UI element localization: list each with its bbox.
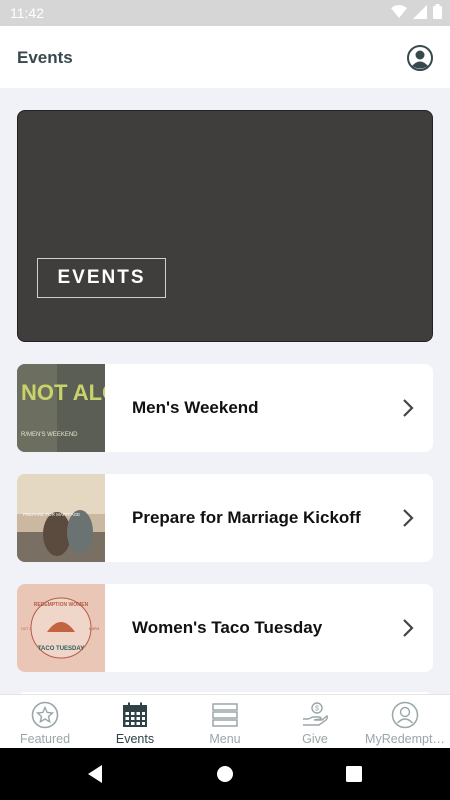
event-title: Women's Taco Tuesday bbox=[132, 618, 323, 637]
calendar-icon bbox=[123, 702, 147, 727]
home-icon[interactable] bbox=[216, 764, 234, 784]
svg-text:$: $ bbox=[315, 706, 319, 713]
tab-events[interactable]: Events bbox=[90, 695, 180, 748]
chevron-right-icon bbox=[403, 509, 414, 527]
event-thumb-subtext: R/MEN'S WEEKEND bbox=[21, 432, 78, 438]
tab-featured[interactable]: Featured bbox=[0, 695, 90, 748]
tab-label: Give bbox=[302, 732, 328, 746]
event-title: Prepare for Marriage Kickoff bbox=[132, 508, 361, 527]
event-card-mens-weekend[interactable]: NOT ALONE R/MEN'S WEEKEND Men's Weekend bbox=[17, 364, 433, 452]
event-thumb-text: NOT ALONE bbox=[21, 380, 105, 405]
signal-icon bbox=[413, 4, 427, 19]
chevron-right-icon bbox=[403, 619, 414, 637]
wifi-icon bbox=[391, 4, 407, 18]
event-thumb-time: 6-8PM bbox=[89, 627, 99, 631]
event-card-taco-tuesday[interactable]: REDEMPTION WOMEN TACO TUESDAY OCT 4 6-8P… bbox=[17, 584, 433, 672]
profile-icon[interactable] bbox=[407, 45, 433, 71]
chevron-right-icon bbox=[403, 399, 414, 417]
tab-label: MyRedempt… bbox=[365, 732, 445, 746]
event-title: Men's Weekend bbox=[132, 398, 259, 417]
tab-label: Events bbox=[115, 732, 155, 746]
event-thumb-text: PREPARE FOR MARRIAGE bbox=[23, 512, 80, 517]
tab-menu[interactable]: Menu bbox=[180, 695, 270, 748]
event-thumbnail: REDEMPTION WOMEN TACO TUESDAY OCT 4 6-8P… bbox=[17, 584, 105, 672]
event-card-prepare-marriage[interactable]: PREPARE FOR MARRIAGE Prepare for Marriag… bbox=[17, 474, 433, 562]
give-hand-icon: $ bbox=[303, 702, 329, 726]
tab-label: Menu bbox=[209, 732, 241, 746]
page-title: Events bbox=[17, 48, 73, 67]
tab-myredemption[interactable]: MyRedempt… bbox=[360, 695, 450, 748]
user-icon bbox=[391, 701, 419, 729]
system-nav-bar bbox=[0, 748, 450, 800]
event-thumb-date: OCT 4 bbox=[21, 627, 31, 631]
recents-icon[interactable] bbox=[345, 764, 363, 784]
status-time: 11:42 bbox=[10, 5, 44, 21]
status-bar: 11:42 bbox=[0, 0, 450, 26]
event-thumbnail: NOT ALONE R/MEN'S WEEKEND bbox=[17, 364, 105, 452]
event-thumb-text-top: REDEMPTION WOMEN bbox=[34, 602, 89, 608]
battery-icon bbox=[433, 4, 442, 19]
event-thumb-text-bottom: TACO TUESDAY bbox=[38, 646, 84, 652]
bottom-tab-bar: Featured Events Menu $ Give MyRedempt… bbox=[0, 694, 450, 748]
event-thumbnail: PREPARE FOR MARRIAGE bbox=[17, 474, 105, 562]
star-icon bbox=[31, 701, 59, 729]
events-hero-banner: EVENTS bbox=[17, 110, 433, 342]
tab-label: Featured bbox=[19, 732, 71, 746]
tab-give[interactable]: $ Give bbox=[270, 695, 360, 748]
app-header: Events bbox=[0, 26, 450, 88]
status-icons bbox=[391, 4, 442, 19]
back-icon[interactable] bbox=[86, 764, 104, 784]
hero-badge: EVENTS bbox=[37, 258, 166, 298]
events-content[interactable]: EVENTS NOT ALONE R/MEN'S WEEKEND Men's W… bbox=[0, 88, 450, 694]
menu-icon bbox=[212, 703, 238, 727]
